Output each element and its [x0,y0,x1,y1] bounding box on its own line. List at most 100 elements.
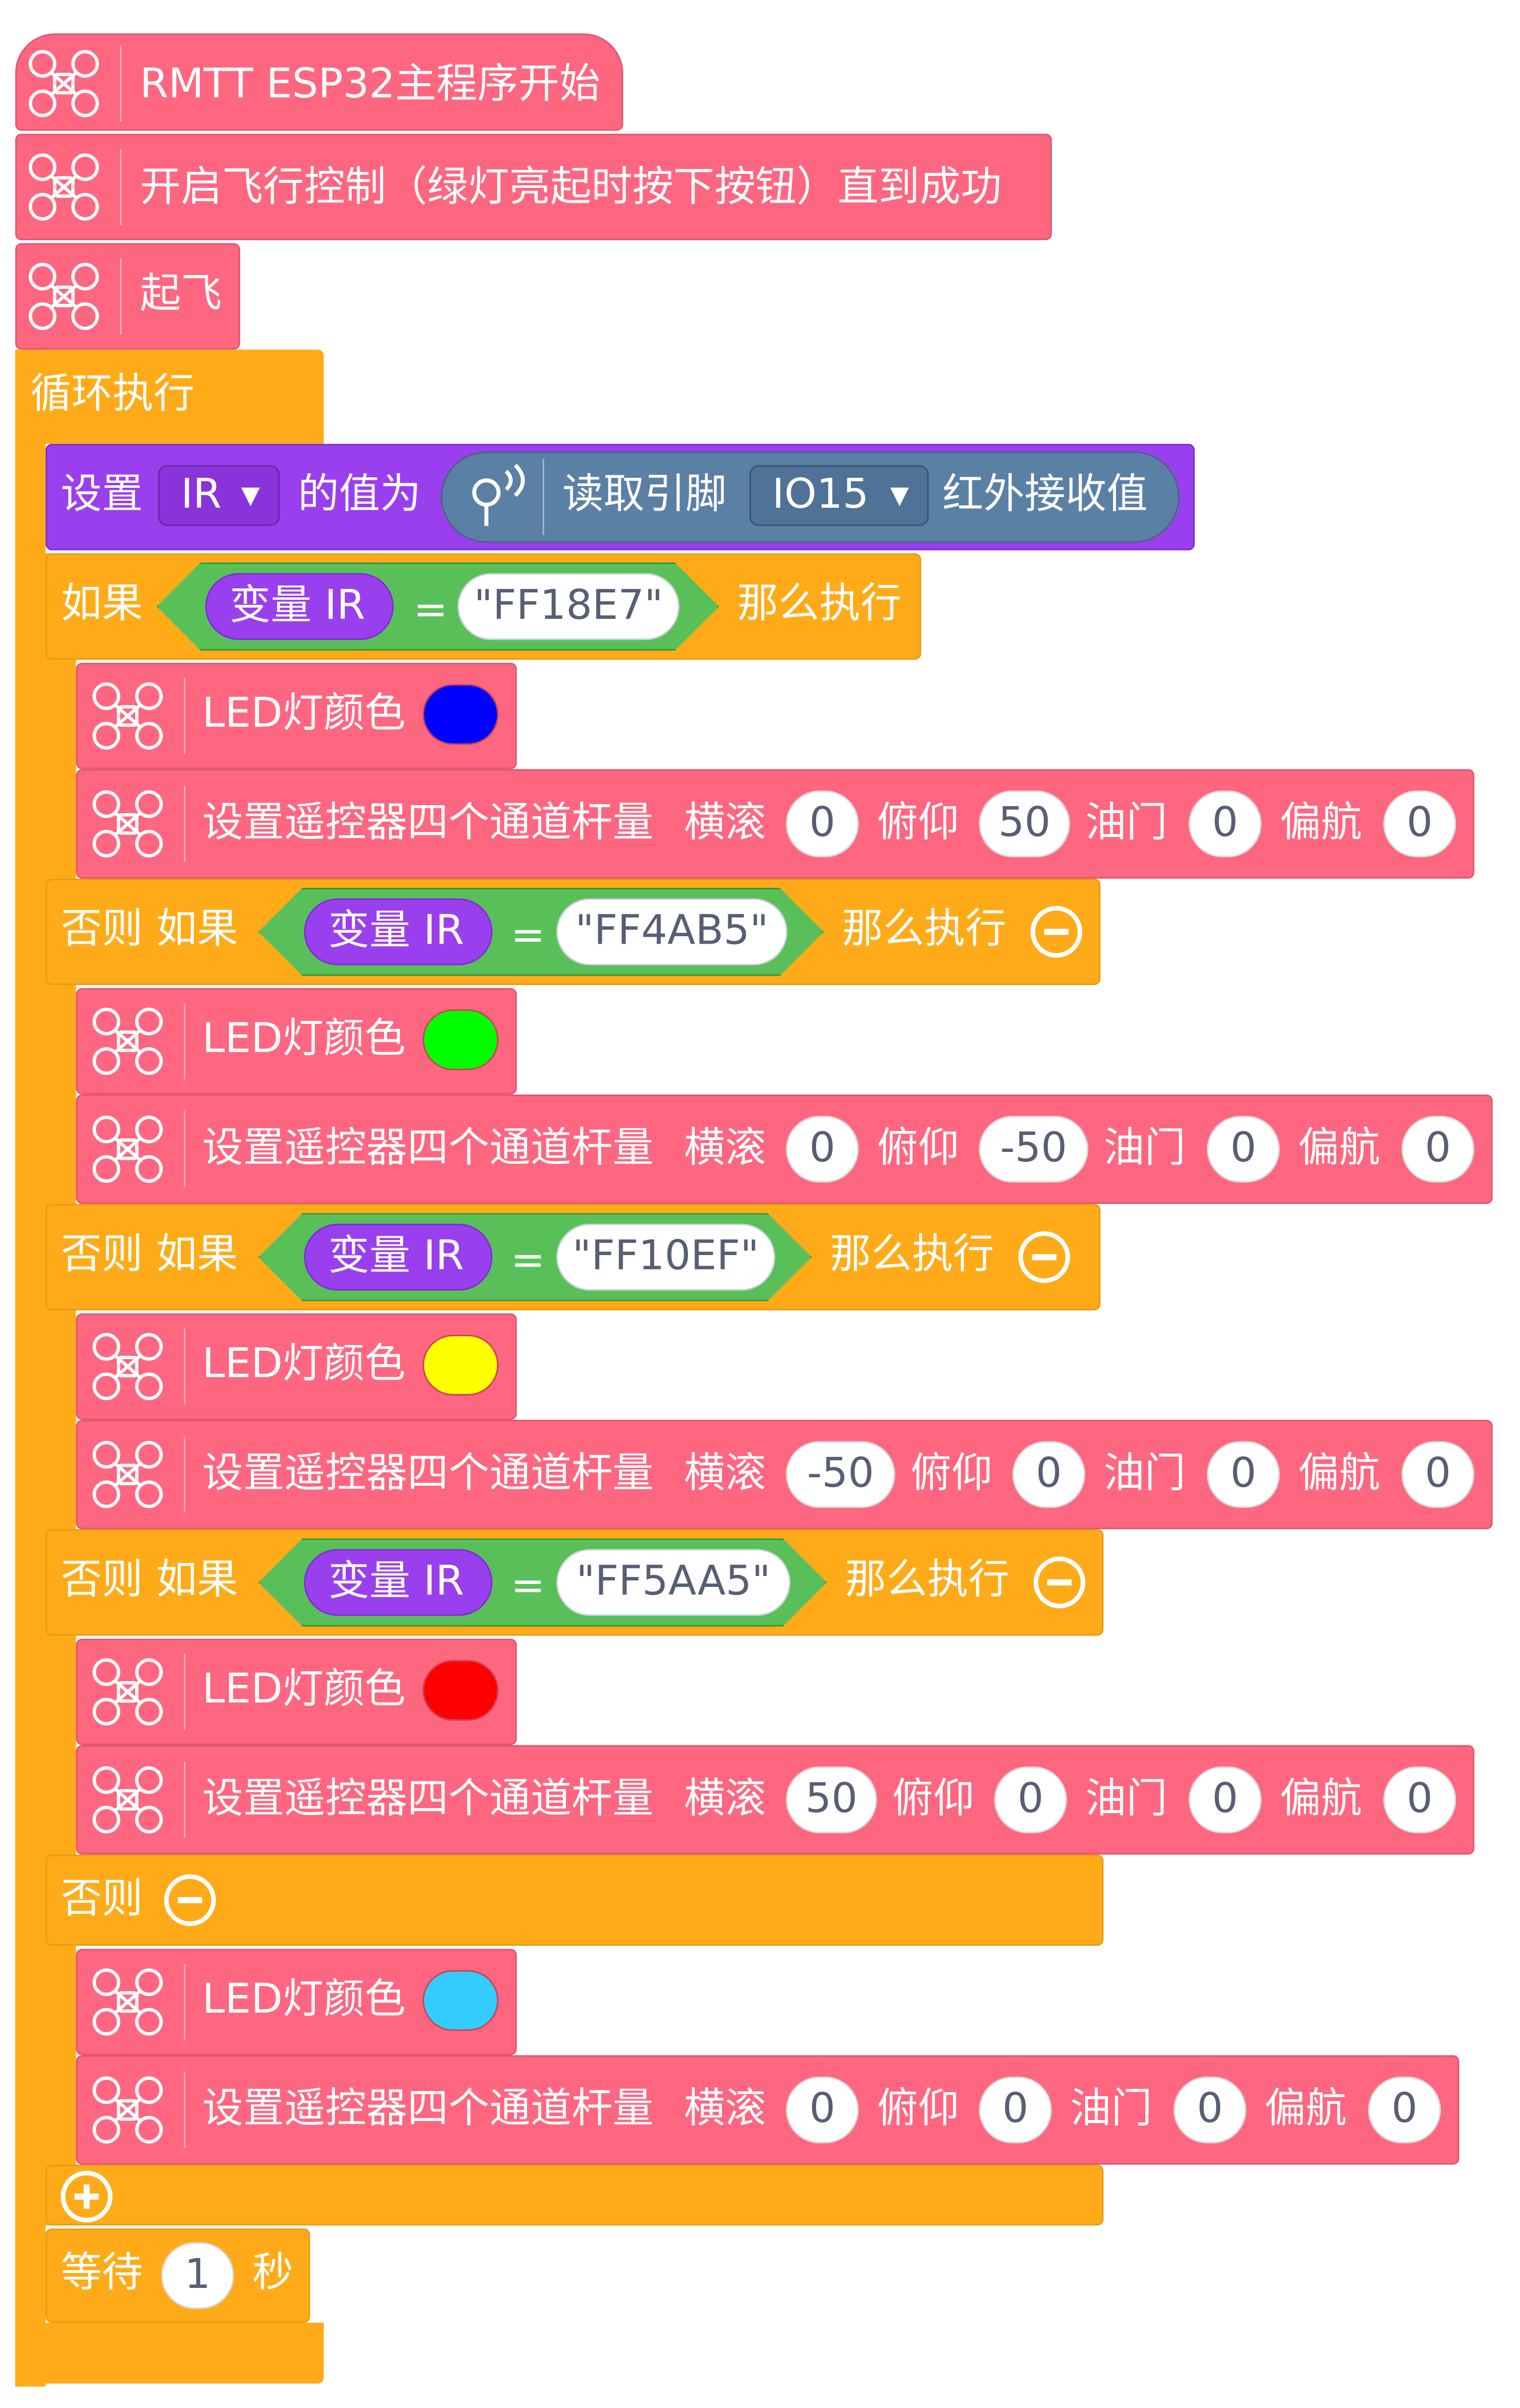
yaw-input-3[interactable]: 0 [1401,1441,1475,1508]
set-label: 设置 [61,471,143,519]
roll-label: 横滚 [684,2085,766,2133]
then-label-1: 那么执行 [737,580,902,628]
ir-code-input-1[interactable]: "FF18E7" [457,573,680,640]
led-color-swatch-4[interactable] [422,1660,499,1721]
variable-ir-pill[interactable]: 变量 IR [205,573,394,640]
throttle-label: 油门 [1104,1125,1186,1172]
yaw-input-2[interactable]: 0 [1401,1116,1475,1183]
led-color-swatch-5[interactable] [422,1970,499,2031]
pitch-label: 俯仰 [877,1125,960,1172]
pitch-input-3[interactable]: 0 [1012,1441,1086,1508]
program-start-label: RMTT ESP32主程序开始 [139,61,601,108]
throttle-label: 油门 [1104,1450,1186,1498]
drone-icon [85,1328,186,1405]
ir-code-input-3[interactable]: "FF10EF" [556,1224,776,1291]
then-label-2: 那么执行 [842,906,1006,953]
equals-sign: = [511,1237,546,1285]
drone-icon [21,148,122,225]
drone-icon [85,1436,186,1513]
rc-label: 设置遥控器四个通道杆量 [202,1125,654,1172]
led-color-label: LED灯颜色 [202,690,406,737]
roll-label: 横滚 [684,1125,766,1172]
throttle-input-5[interactable]: 0 [1173,2076,1246,2143]
drone-icon [85,1003,186,1080]
then-label-4: 那么执行 [845,1557,1009,1604]
led-color-label: LED灯颜色 [202,1340,406,1388]
throttle-input-2[interactable]: 0 [1207,1116,1280,1183]
plus-circle-icon[interactable] [61,2170,113,2223]
throttle-input-3[interactable]: 0 [1207,1441,1280,1508]
wait-label: 等待 [61,2250,143,2297]
drone-icon [21,258,122,335]
pitch-input-2[interactable]: -50 [978,1116,1089,1183]
pitch-label: 俯仰 [892,1775,974,1823]
else-label: 否则 [61,1875,143,1923]
throttle-label: 油门 [1085,1775,1168,1823]
throttle-label: 油门 [1085,799,1168,847]
pitch-label: 俯仰 [877,2085,960,2133]
minus-circle-icon[interactable] [1018,1231,1070,1283]
minus-circle-icon[interactable] [164,1874,216,1926]
if-label: 如果 [61,580,143,628]
variable-dropdown-value: IR [181,471,222,519]
drone-icon [85,786,186,862]
throttle-input-1[interactable]: 0 [1188,790,1262,857]
yaw-input-1[interactable]: 0 [1383,790,1456,857]
led-color-swatch-3[interactable] [422,1334,499,1396]
roll-input-3[interactable]: -50 [786,1441,896,1508]
seconds-label: 秒 [252,2250,293,2297]
variable-ir-pill[interactable]: 变量 IR [304,1549,493,1616]
read-pin-label: 读取引脚 [562,471,727,519]
variable-ir-pill[interactable]: 变量 IR [304,1224,493,1291]
roll-input-4[interactable]: 50 [786,1766,877,1834]
roll-label: 横滚 [684,799,766,847]
drone-icon [85,2072,186,2148]
minus-circle-icon[interactable] [1033,1557,1086,1608]
pitch-input-4[interactable]: 0 [994,1766,1067,1834]
variable-ir-label: 变量 IR [328,1233,464,1280]
ir-code-input-4[interactable]: "FF5AA5" [556,1549,791,1616]
pitch-input-5[interactable]: 0 [978,2076,1052,2143]
caret-down-icon: ▼ [241,480,260,510]
variable-dropdown[interactable]: IR ▼ [158,465,280,526]
equals-sign: = [511,1562,546,1610]
elseif-label-1: 否则 如果 [61,906,238,953]
wait-seconds-input[interactable]: 1 [161,2242,234,2309]
ir-code-input-2[interactable]: "FF4AB5" [556,898,788,966]
equals-sign: = [511,912,546,960]
ir-code-1: "FF18E7" [474,582,663,630]
yaw-input-5[interactable]: 0 [1368,2076,1441,2143]
pin-dropdown-value: IO15 [772,471,869,519]
ir-sensor-icon [456,459,545,535]
variable-ir-label: 变量 IR [229,582,366,630]
roll-input-2[interactable]: 0 [786,1116,859,1183]
block-workspace: 循环执行 RMTT ESP32主程序开始 开启飞行控制（绿灯亮起时按下按钮）直到… [0,0,1520,2408]
pin-dropdown[interactable]: IO15 ▼ [749,465,929,526]
led-color-label: LED灯颜色 [202,1015,406,1063]
minus-circle-icon[interactable] [1030,906,1083,958]
roll-input-5[interactable]: 0 [786,2076,859,2143]
caret-down-icon: ▼ [890,480,909,510]
variable-ir-pill[interactable]: 变量 IR [304,898,493,966]
yaw-input-4[interactable]: 0 [1383,1766,1456,1834]
ir-code-2: "FF4AB5" [575,907,769,955]
enable-flight-control-label: 开启飞行控制（绿灯亮起时按下按钮）直到成功 [139,164,1002,212]
pitch-input-1[interactable]: 50 [978,790,1070,857]
forever-loop-bottom [15,2322,324,2384]
throttle-input-4[interactable]: 0 [1188,1766,1262,1834]
then-label-3: 那么执行 [829,1231,994,1278]
roll-input-1[interactable]: 0 [786,790,859,857]
elseif-label-3: 否则 如果 [61,1557,238,1604]
variable-ir-label: 变量 IR [328,907,464,955]
yaw-label: 偏航 [1298,1450,1381,1498]
led-color-label: LED灯颜色 [202,1976,406,2023]
yaw-label: 偏航 [1279,1775,1362,1823]
yaw-label: 偏航 [1298,1125,1381,1172]
led-color-swatch-1[interactable] [422,684,499,745]
drone-icon [85,1111,186,1187]
if-block-arm [45,553,76,2226]
pitch-label: 俯仰 [910,1450,993,1498]
led-color-swatch-2[interactable] [422,1009,499,1070]
rc-label: 设置遥控器四个通道杆量 [202,2085,654,2133]
pitch-label: 俯仰 [877,799,960,847]
